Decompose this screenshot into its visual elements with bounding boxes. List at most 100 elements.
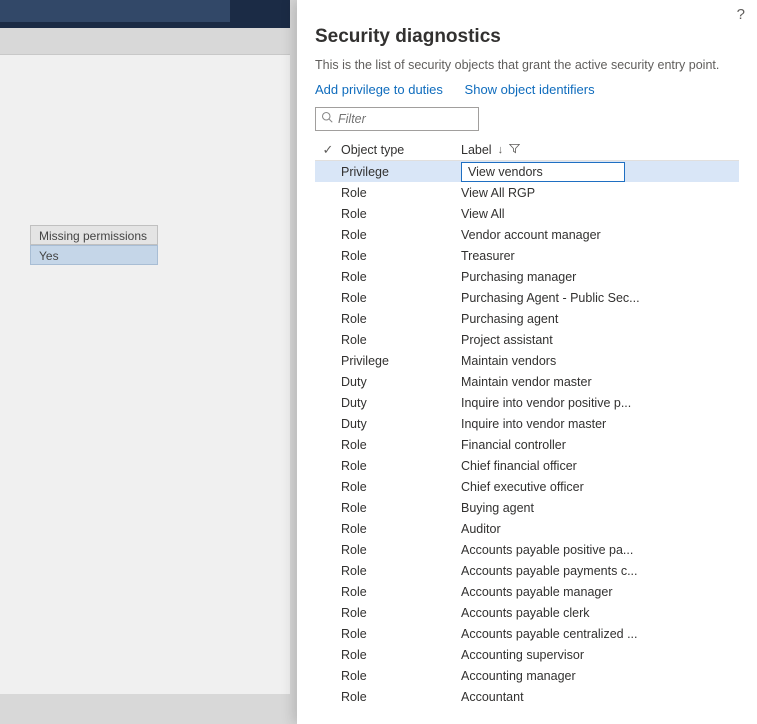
cell-label-text: Buying agent: [461, 501, 534, 515]
cell-label[interactable]: Financial controller: [461, 438, 739, 452]
cell-object-type: Role: [341, 522, 461, 536]
table-row[interactable]: RoleView All: [315, 203, 739, 224]
table-row[interactable]: RoleAccounts payable manager: [315, 581, 739, 602]
grid-body: PrivilegeView vendorsRoleView All RGPRol…: [315, 161, 739, 707]
cell-label[interactable]: Accountant: [461, 690, 739, 704]
cell-label-text: Purchasing manager: [461, 270, 576, 284]
table-row[interactable]: DutyInquire into vendor master: [315, 413, 739, 434]
table-row[interactable]: RoleBuying agent: [315, 497, 739, 518]
show-identifiers-link[interactable]: Show object identifiers: [465, 82, 595, 97]
filter-funnel-icon[interactable]: [509, 143, 520, 157]
cell-label[interactable]: Accounts payable positive pa...: [461, 543, 739, 557]
cell-label[interactable]: Treasurer: [461, 249, 739, 263]
table-row[interactable]: PrivilegeMaintain vendors: [315, 350, 739, 371]
cell-label-text: Auditor: [461, 522, 501, 536]
cell-label-text: Maintain vendors: [461, 354, 556, 368]
cell-object-type: Role: [341, 249, 461, 263]
grid-header: ✓ Object type Label ↓: [315, 139, 739, 161]
cell-label[interactable]: View All RGP: [461, 186, 739, 200]
cell-label[interactable]: Inquire into vendor master: [461, 417, 739, 431]
table-row[interactable]: RoleAccounts payable payments c...: [315, 560, 739, 581]
cell-object-type: Role: [341, 480, 461, 494]
cell-label-text: Inquire into vendor master: [461, 417, 606, 431]
cell-label-text: View All RGP: [461, 186, 535, 200]
cell-label[interactable]: Accounts payable manager: [461, 585, 739, 599]
cell-label[interactable]: Accounts payable clerk: [461, 606, 739, 620]
cell-label-text: Accounting supervisor: [461, 648, 584, 662]
table-row[interactable]: RolePurchasing manager: [315, 266, 739, 287]
cell-label[interactable]: Chief financial officer: [461, 459, 739, 473]
bg-app-bar-inner: [0, 0, 230, 22]
filter-input[interactable]: [315, 107, 479, 131]
cell-label-text: Vendor account manager: [461, 228, 601, 242]
cell-object-type: Role: [341, 543, 461, 557]
table-row[interactable]: RoleView All RGP: [315, 182, 739, 203]
cell-label-text: View vendors: [461, 162, 625, 182]
select-all-column[interactable]: ✓: [315, 142, 341, 158]
table-row[interactable]: PrivilegeView vendors: [315, 161, 739, 182]
cell-label-text: Project assistant: [461, 333, 553, 347]
table-row[interactable]: RoleAccounting supervisor: [315, 644, 739, 665]
table-row[interactable]: RoleTreasurer: [315, 245, 739, 266]
table-row[interactable]: RoleAccounts payable clerk: [315, 602, 739, 623]
cell-object-type: Role: [341, 669, 461, 683]
cell-label[interactable]: Vendor account manager: [461, 228, 739, 242]
cell-label[interactable]: Chief executive officer: [461, 480, 739, 494]
table-row[interactable]: RoleProject assistant: [315, 329, 739, 350]
table-row[interactable]: RoleVendor account manager: [315, 224, 739, 245]
column-header-label-text: Label: [461, 143, 492, 157]
cell-label-text: Accounts payable clerk: [461, 606, 590, 620]
cell-object-type: Role: [341, 585, 461, 599]
cell-object-type: Role: [341, 438, 461, 452]
table-row[interactable]: RoleChief financial officer: [315, 455, 739, 476]
cell-object-type: Duty: [341, 396, 461, 410]
cell-label-text: Inquire into vendor positive p...: [461, 396, 631, 410]
cell-object-type: Privilege: [341, 165, 461, 179]
cell-label-text: Accounting manager: [461, 669, 576, 683]
cell-label[interactable]: Accounts payable payments c...: [461, 564, 739, 578]
cell-object-type: Role: [341, 501, 461, 515]
cell-label[interactable]: View vendors: [461, 162, 739, 182]
cell-object-type: Role: [341, 312, 461, 326]
cell-label[interactable]: Maintain vendor master: [461, 375, 739, 389]
cell-label[interactable]: Maintain vendors: [461, 354, 739, 368]
cell-label[interactable]: Accounting manager: [461, 669, 739, 683]
cell-label[interactable]: Inquire into vendor positive p...: [461, 396, 739, 410]
cell-label[interactable]: Accounting supervisor: [461, 648, 739, 662]
table-row[interactable]: RoleAccounting manager: [315, 665, 739, 686]
cell-label[interactable]: Purchasing agent: [461, 312, 739, 326]
table-row[interactable]: RoleChief executive officer: [315, 476, 739, 497]
table-row[interactable]: RoleAccounts payable positive pa...: [315, 539, 739, 560]
table-row[interactable]: DutyInquire into vendor positive p...: [315, 392, 739, 413]
bg-row-yes: Yes: [30, 245, 158, 265]
table-row[interactable]: RolePurchasing agent: [315, 308, 739, 329]
cell-label[interactable]: Auditor: [461, 522, 739, 536]
table-row[interactable]: RoleFinancial controller: [315, 434, 739, 455]
cell-label-text: Purchasing agent: [461, 312, 558, 326]
table-row[interactable]: RoleAccounts payable centralized ...: [315, 623, 739, 644]
table-row[interactable]: RoleAccountant: [315, 686, 739, 707]
column-header-object-type[interactable]: Object type: [341, 143, 461, 157]
cell-object-type: Role: [341, 228, 461, 242]
add-privilege-link[interactable]: Add privilege to duties: [315, 82, 443, 97]
cell-label[interactable]: View All: [461, 207, 739, 221]
cell-label[interactable]: Purchasing manager: [461, 270, 739, 284]
cell-object-type: Role: [341, 606, 461, 620]
cell-label[interactable]: Buying agent: [461, 501, 739, 515]
column-header-label[interactable]: Label ↓: [461, 143, 739, 157]
cell-label-text: Accountant: [461, 690, 524, 704]
table-row[interactable]: RoleAuditor: [315, 518, 739, 539]
table-row[interactable]: RolePurchasing Agent - Public Sec...: [315, 287, 739, 308]
cell-label[interactable]: Purchasing Agent - Public Sec...: [461, 291, 739, 305]
cell-label[interactable]: Accounts payable centralized ...: [461, 627, 739, 641]
panel-links: Add privilege to duties Show object iden…: [315, 82, 739, 97]
table-row[interactable]: DutyMaintain vendor master: [315, 371, 739, 392]
cell-label-text: Accounts payable positive pa...: [461, 543, 633, 557]
cell-label[interactable]: Project assistant: [461, 333, 739, 347]
cell-label-text: Chief executive officer: [461, 480, 584, 494]
cell-object-type: Role: [341, 690, 461, 704]
cell-label-text: Chief financial officer: [461, 459, 577, 473]
cell-object-type: Role: [341, 564, 461, 578]
help-icon[interactable]: ?: [737, 6, 745, 23]
cell-object-type: Role: [341, 459, 461, 473]
